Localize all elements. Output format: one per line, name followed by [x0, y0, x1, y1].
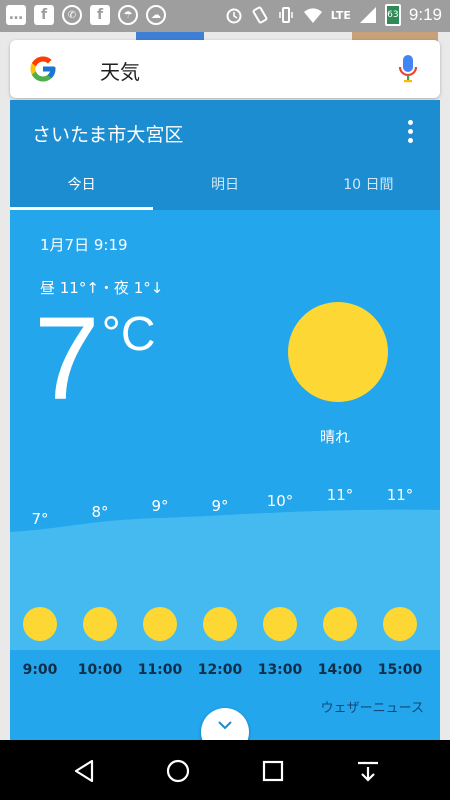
- tab-10-days[interactable]: 10 日間: [297, 162, 440, 210]
- more-options-icon[interactable]: [408, 120, 414, 147]
- status-bar: … f ✆ f ☂ ☁ LTE 63 9:19: [0, 0, 450, 32]
- search-query-text[interactable]: 天気: [100, 56, 140, 85]
- hourly-sunny-icon: [23, 607, 57, 641]
- hourly-time-label: 14:00: [317, 662, 363, 678]
- hourly-sunny-icon: [143, 607, 177, 641]
- wifi-call-icon: ✆: [62, 5, 82, 25]
- notification-icons: … f ✆ f ☂ ☁: [6, 5, 166, 25]
- home-icon[interactable]: [165, 758, 191, 784]
- hourly-temperature: 11°: [326, 486, 354, 504]
- forecast-tabs: 今日 明日 10 日間: [10, 162, 440, 210]
- network-label: LTE: [330, 8, 351, 22]
- hourly-sunny-icon: [383, 607, 417, 641]
- rain-10-icon: ☂: [118, 5, 138, 25]
- hourly-time-label: 12:00: [197, 662, 243, 678]
- chat-bubble-icon: …: [6, 5, 26, 25]
- back-icon[interactable]: [72, 758, 98, 784]
- location-title: さいたま市大宮区: [32, 124, 184, 146]
- hourly-sunny-icon: [203, 607, 237, 641]
- weather-source[interactable]: ウェザーニュース: [321, 697, 424, 716]
- rotate-icon: [252, 6, 268, 24]
- search-bar[interactable]: 天気: [10, 40, 440, 98]
- hourly-time-label: 15:00: [377, 662, 423, 678]
- hourly-sunny-icon: [83, 607, 117, 641]
- hourly-time-label: 9:00: [22, 662, 58, 678]
- google-logo-icon[interactable]: [28, 54, 58, 84]
- recents-icon[interactable]: [260, 758, 286, 784]
- hourly-sunny-icon: [323, 607, 357, 641]
- battery-level: 63: [387, 10, 399, 20]
- microphone-icon[interactable]: [398, 54, 418, 84]
- cloud-icon: ☁: [146, 5, 166, 25]
- tab-tomorrow[interactable]: 明日: [153, 162, 296, 210]
- hourly-time-label: 11:00: [137, 662, 183, 678]
- battery-icon: 63: [384, 4, 401, 26]
- hourly-sunny-icon: [263, 607, 297, 641]
- weather-card-header: さいたま市大宮区 今日 明日 10 日間: [10, 100, 440, 210]
- navigation-bar: [0, 740, 450, 800]
- hourly-temperature: 9°: [211, 497, 229, 515]
- hourly-time-label: 13:00: [257, 662, 303, 678]
- facebook-icon: f: [34, 5, 54, 25]
- chevron-down-icon: [218, 721, 232, 730]
- alarm-icon: [226, 8, 242, 24]
- facebook-icon: f: [90, 5, 110, 25]
- hourly-temperature: 7°: [31, 510, 49, 528]
- signal-icon: [359, 7, 376, 23]
- sunny-icon: [288, 302, 388, 402]
- observation-datetime: 1月7日 9:19: [40, 236, 128, 254]
- vibrate-icon: [278, 7, 293, 23]
- temperature-value: 7: [34, 293, 100, 425]
- system-icons: LTE 63 9:19: [225, 4, 442, 26]
- wifi-icon: [303, 8, 322, 23]
- current-temperature: 7 °C: [34, 300, 156, 418]
- temperature-unit: °C: [101, 308, 156, 361]
- notification-pull-icon[interactable]: [355, 758, 381, 784]
- hourly-divider: [10, 649, 440, 650]
- hourly-time-label: 10:00: [77, 662, 123, 678]
- hourly-temperature: 9°: [151, 497, 169, 515]
- hourly-temperature: 8°: [91, 503, 109, 521]
- hourly-temperature: 10°: [266, 492, 294, 510]
- tab-today[interactable]: 今日: [10, 162, 154, 210]
- weather-card: さいたま市大宮区 今日 明日 10 日間 1月7日 9:19 昼 11°↑・夜 …: [10, 100, 440, 740]
- hourly-temperature: 11°: [386, 486, 414, 504]
- clock: 9:19: [408, 5, 442, 24]
- weather-condition: 晴れ: [320, 428, 351, 446]
